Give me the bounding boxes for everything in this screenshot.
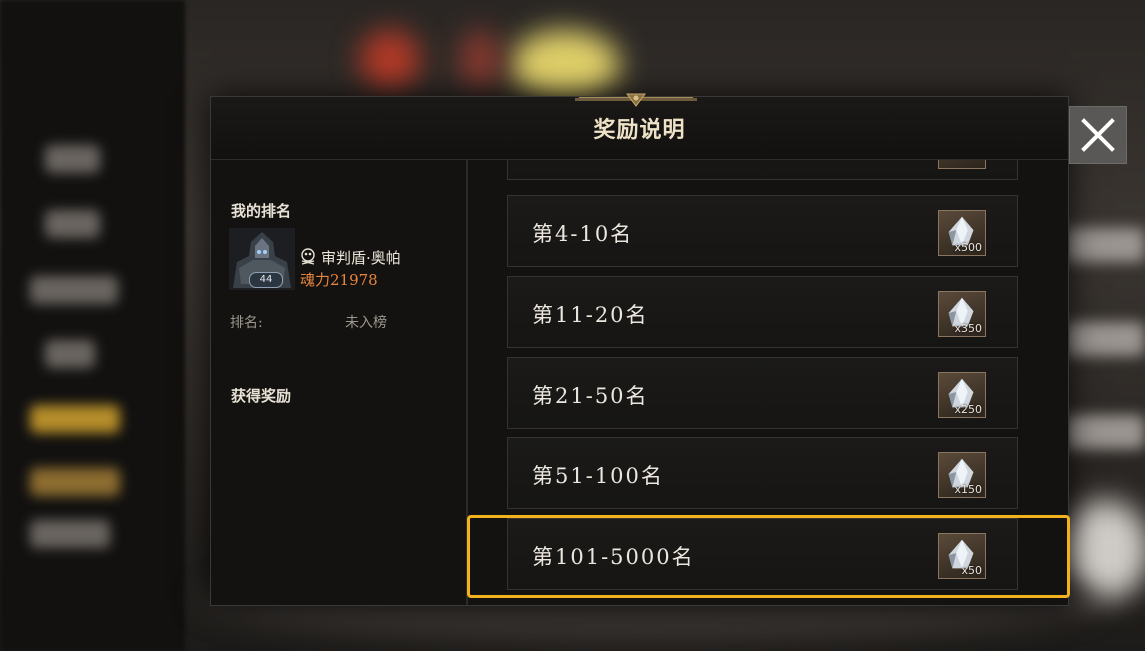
tier-row-highlighted[interactable]: 第101-5000名 x50 — [507, 518, 1018, 590]
close-icon — [1081, 118, 1115, 152]
reward-tier-list[interactable]: 第4-10名 x500 第11-20名 x350 第21-50名 x250 第5… — [469, 160, 1068, 605]
blurred-menu-item — [30, 468, 120, 496]
skull-emblem-icon — [301, 248, 315, 265]
blurred-side-button — [1065, 228, 1145, 262]
reward-heading: 获得奖励 — [231, 387, 292, 405]
reward-info-panel: 奖励说明 我的排名 44 审判盾·奥帕 魂力21978 排名: 未入榜 获得奖励 — [210, 96, 1069, 606]
diamond-icon[interactable]: x350 — [938, 291, 986, 337]
tier-label: 第4-10名 — [532, 222, 634, 246]
panel-top-ornament-icon — [575, 93, 697, 107]
blurred-side-menu — [0, 0, 185, 651]
rank-label: 排名: — [230, 315, 263, 331]
blurred-menu-item — [45, 340, 95, 368]
soul-power: 魂力21978 — [300, 271, 378, 289]
tier-label: 第101-5000名 — [532, 545, 695, 569]
tier-row[interactable]: 第21-50名 x250 — [507, 357, 1018, 429]
blurred-side-button — [1065, 415, 1145, 449]
tier-row[interactable]: 第51-100名 x150 — [507, 437, 1018, 509]
reward-qty: x250 — [954, 403, 982, 416]
rank-value: 未入榜 — [345, 315, 387, 331]
diamond-icon[interactable]: x250 — [938, 372, 986, 418]
blurred-character — [460, 30, 500, 90]
blurred-character — [510, 30, 620, 100]
blurred-menu-item-active — [30, 405, 120, 433]
blurred-character — [360, 30, 420, 90]
blurred-menu-item — [45, 145, 100, 173]
player-name: 审判盾·奥帕 — [321, 249, 401, 267]
reward-item — [938, 160, 986, 169]
tier-row[interactable]: 第11-20名 x350 — [507, 276, 1018, 348]
my-rank-heading: 我的排名 — [231, 202, 292, 220]
reward-qty: x350 — [954, 322, 982, 335]
blurred-menu-item — [30, 520, 110, 548]
tier-row-partial — [507, 160, 1018, 180]
reward-qty: x50 — [961, 564, 982, 577]
blurred-menu-item — [45, 210, 100, 238]
blurred-side-button — [1065, 322, 1145, 356]
my-rank-pane: 我的排名 44 审判盾·奥帕 魂力21978 排名: 未入榜 获得奖励 — [211, 160, 468, 605]
diamond-icon[interactable]: x500 — [938, 210, 986, 256]
tier-label: 第21-50名 — [532, 384, 649, 408]
diamond-icon[interactable]: x150 — [938, 452, 986, 498]
diamond-icon[interactable]: x50 — [938, 533, 986, 579]
blurred-menu-item — [30, 276, 118, 304]
reward-qty: x150 — [954, 483, 982, 496]
tier-label: 第11-20名 — [532, 303, 649, 327]
level-badge: 44 — [249, 272, 283, 288]
reward-qty: x500 — [954, 241, 982, 254]
blurred-element — [1060, 500, 1145, 600]
close-button[interactable] — [1069, 106, 1127, 164]
tier-row[interactable]: 第4-10名 x500 — [507, 195, 1018, 267]
tier-label: 第51-100名 — [532, 464, 664, 488]
panel-title-text: 奖励说明 — [593, 117, 686, 143]
